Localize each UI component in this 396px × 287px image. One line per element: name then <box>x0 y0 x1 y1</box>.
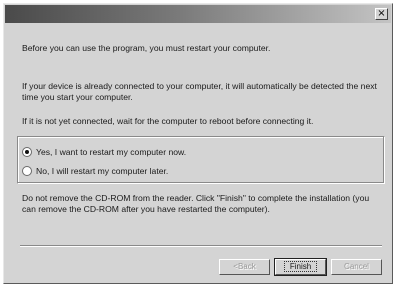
restart-later-label[interactable]: No, I will restart my computer later. <box>36 166 168 176</box>
not-connected-text: If it is not yet connected, wait for the… <box>22 116 314 126</box>
close-icon: × <box>377 8 386 19</box>
restart-options-group <box>17 136 385 184</box>
connected-text: If your device is already connected to y… <box>22 81 377 102</box>
title-bar[interactable]: × <box>5 5 391 23</box>
cancel-button[interactable]: Cancel <box>331 259 382 275</box>
finish-button[interactable]: Finish <box>274 258 327 276</box>
restart-now-label[interactable]: Yes, I want to restart my computer now. <box>36 147 186 157</box>
close-button[interactable]: × <box>375 8 388 20</box>
radio-selected-icon[interactable] <box>22 147 32 157</box>
cancel-button-label: Cancel <box>344 262 369 271</box>
finish-button-label: Finish <box>283 261 318 272</box>
intro-text: Before you can use the program, you must… <box>22 43 271 53</box>
radio-unselected-icon[interactable] <box>22 166 32 176</box>
restart-later-option[interactable]: No, I will restart my computer later. <box>22 166 168 176</box>
cdrom-text: Do not remove the CD-ROM from the reader… <box>22 193 370 214</box>
back-button-label: <Back <box>233 262 256 271</box>
restart-now-option[interactable]: Yes, I want to restart my computer now. <box>22 147 186 157</box>
back-button[interactable]: <Back <box>219 259 270 275</box>
separator <box>20 245 382 247</box>
